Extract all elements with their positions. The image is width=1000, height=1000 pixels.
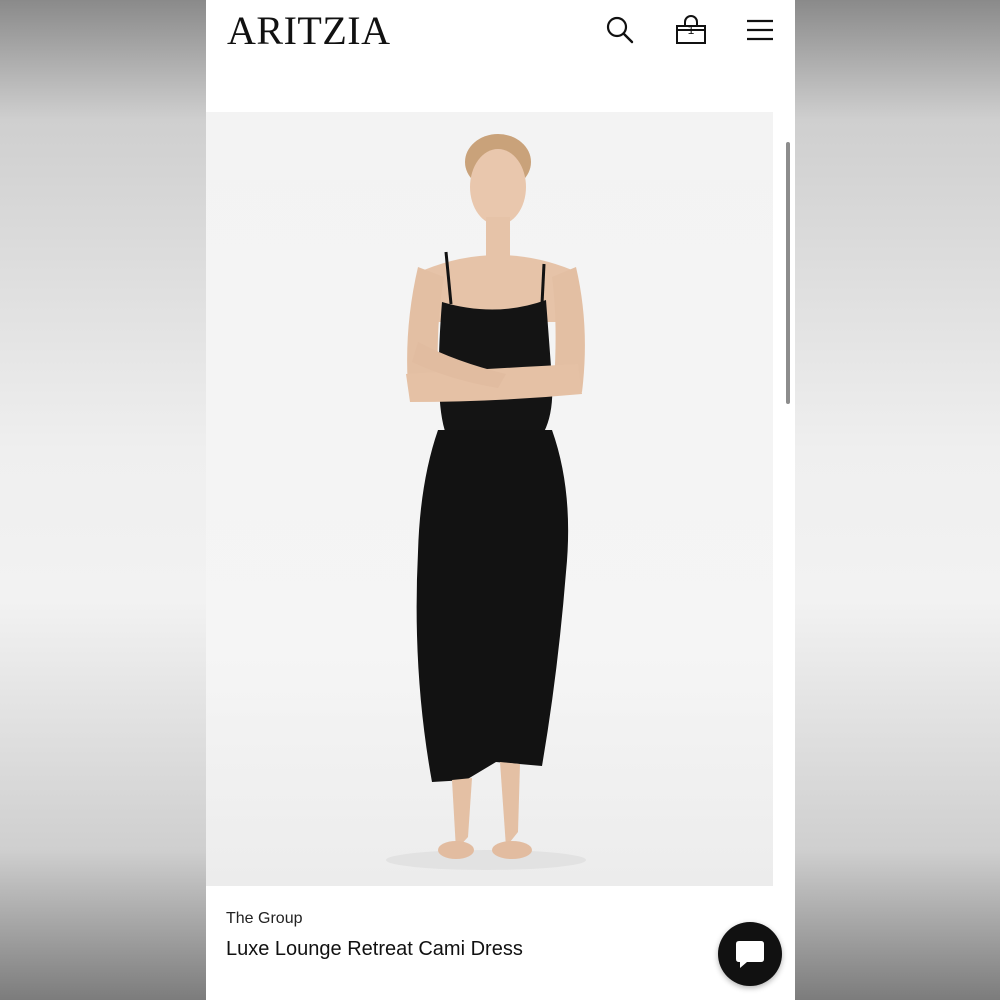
product-image[interactable]	[206, 112, 773, 886]
chat-button[interactable]	[718, 922, 782, 986]
scrollbar-thumb[interactable]	[786, 142, 790, 404]
scrollbar-track[interactable]	[773, 112, 795, 886]
left-backdrop	[0, 0, 206, 1000]
menu-button[interactable]	[740, 10, 780, 50]
product-title: Luxe Lounge Retreat Cami Dress	[226, 938, 523, 960]
model-illustration	[386, 134, 586, 870]
chat-icon	[736, 941, 764, 968]
menu-icon	[747, 19, 773, 41]
right-backdrop	[795, 0, 1000, 1000]
bag-count-badge: 1	[687, 23, 695, 37]
product-brand[interactable]: The Group	[226, 910, 302, 928]
phone-screen: ARITZIA 1 The Group Luxe Lounge Retreat …	[206, 0, 795, 1000]
search-icon	[606, 16, 634, 44]
shopping-bag-button[interactable]: 1	[671, 10, 711, 50]
product-info: The Group Luxe Lounge Retreat Cami Dress	[206, 886, 795, 1000]
search-button[interactable]	[600, 10, 640, 50]
site-header: ARITZIA 1	[206, 0, 795, 112]
brand-logo[interactable]: ARITZIA	[227, 7, 390, 54]
